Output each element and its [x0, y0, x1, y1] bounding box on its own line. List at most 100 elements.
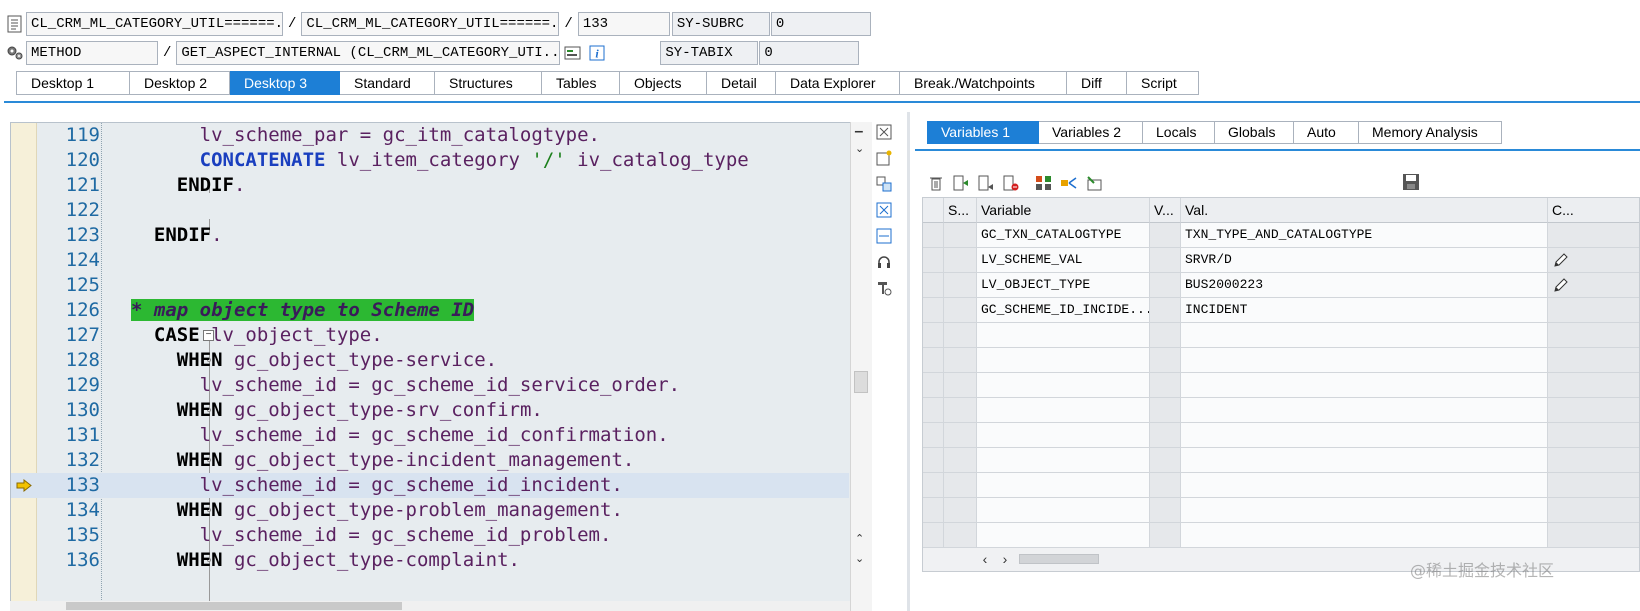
code-editor[interactable]: − 119 lv_scheme_par = gc_itm_catalogtype… — [10, 122, 872, 611]
variable-cell[interactable] — [977, 448, 1150, 473]
variable-cell[interactable]: GC_TXN_CATALOGTYPE — [977, 223, 1150, 248]
grid-layout-icon[interactable] — [1033, 173, 1055, 193]
code-line[interactable]: 121 ENDIF. — [11, 173, 849, 198]
grid-horizontal-scrollbar[interactable]: ‹ › — [975, 548, 1099, 570]
change-cell[interactable] — [1548, 248, 1639, 273]
maximize-icon[interactable] — [874, 200, 894, 220]
value-cell[interactable] — [1181, 323, 1548, 348]
scroll-up-icon[interactable]: ▁ — [855, 122, 863, 133]
code-line[interactable]: 123 ENDIF. — [11, 223, 849, 248]
variable-cell[interactable] — [977, 423, 1150, 448]
scrollbar-thumb[interactable] — [66, 602, 402, 610]
column-header-v[interactable]: V... — [1150, 198, 1181, 223]
empty-table-row[interactable] — [923, 423, 1639, 448]
tab-variables-2[interactable]: Variables 2 — [1039, 121, 1143, 144]
empty-table-row[interactable] — [923, 523, 1639, 548]
value-cell[interactable] — [1181, 448, 1548, 473]
headset-icon[interactable] — [874, 252, 894, 272]
scroll-left-icon[interactable]: ‹ — [975, 551, 995, 567]
variable-cell[interactable]: LV_OBJECT_TYPE — [977, 273, 1150, 298]
column-header-c[interactable]: C... — [1548, 198, 1639, 223]
table-row[interactable]: GC_SCHEME_ID_INCIDE... INCIDENT — [923, 298, 1639, 323]
editor-vertical-scrollbar[interactable]: ▁ ⌄ ⌃ ⌄ — [850, 122, 872, 611]
tab-memory-analysis[interactable]: Memory Analysis — [1359, 121, 1502, 144]
chevron-up-icon[interactable]: ⌃ — [855, 532, 864, 545]
empty-table-row[interactable] — [923, 348, 1639, 373]
tab-locals[interactable]: Locals — [1143, 121, 1215, 144]
tab-structures[interactable]: Structures — [435, 71, 542, 95]
tab-standard[interactable]: Standard — [340, 71, 435, 95]
include-field[interactable]: CL_CRM_ML_CATEGORY_UTIL======... — [301, 12, 560, 36]
event-field[interactable]: GET_ASPECT_INTERNAL (CL_CRM_ML_CATEGORY_… — [176, 41, 561, 65]
column-header-variable[interactable]: Variable — [977, 198, 1150, 223]
value-cell[interactable]: TXN_TYPE_AND_CATALOGTYPE — [1181, 223, 1548, 248]
variable-cell[interactable] — [977, 348, 1150, 373]
variable-cell[interactable] — [977, 498, 1150, 523]
variable-cell[interactable] — [977, 523, 1150, 548]
value-cell[interactable] — [1181, 348, 1548, 373]
tab-auto[interactable]: Auto — [1294, 121, 1359, 144]
value-cell[interactable]: INCIDENT — [1181, 298, 1548, 323]
program-field[interactable]: CL_CRM_ML_CATEGORY_UTIL======... — [26, 12, 283, 36]
variable-cell[interactable]: GC_SCHEME_ID_INCIDE... — [977, 298, 1150, 323]
replace-view-icon[interactable] — [874, 174, 894, 194]
code-line[interactable]: 122 — [11, 198, 849, 223]
tab-script[interactable]: Script — [1127, 71, 1199, 95]
variable-cell[interactable] — [977, 373, 1150, 398]
code-line[interactable]: 132 WHEN gc_object_type-incident_managem… — [11, 448, 849, 473]
empty-table-row[interactable] — [923, 498, 1639, 523]
empty-table-row[interactable] — [923, 448, 1639, 473]
new-view-icon[interactable] — [874, 148, 894, 168]
table-row[interactable]: LV_OBJECT_TYPE BUS2000223 — [923, 273, 1639, 298]
value-cell[interactable]: SRVR/D — [1181, 248, 1548, 273]
append-row-icon[interactable] — [975, 173, 997, 193]
tab-desktop-1[interactable]: Desktop 1 — [16, 71, 130, 95]
empty-table-row[interactable] — [923, 373, 1639, 398]
change-cell[interactable] — [1548, 273, 1639, 298]
code-line[interactable]: 131 lv_scheme_id = gc_scheme_id_confirma… — [11, 423, 849, 448]
close-view-icon[interactable] — [874, 122, 894, 142]
variable-cell[interactable]: LV_SCHEME_VAL — [977, 248, 1150, 273]
delete-row-icon[interactable] — [1000, 173, 1022, 193]
chevron-down-icon[interactable]: ⌄ — [855, 142, 864, 155]
code-line[interactable]: 136 WHEN gc_object_type-complaint. — [11, 548, 849, 573]
code-line[interactable]: 135 lv_scheme_id = gc_scheme_id_problem. — [11, 523, 849, 548]
code-line-current[interactable]: 133 lv_scheme_id = gc_scheme_id_incident… — [11, 473, 849, 498]
empty-table-row[interactable] — [923, 398, 1639, 423]
settings-tool-icon[interactable] — [874, 278, 894, 298]
code-line[interactable]: 128 WHEN gc_object_type-service. — [11, 348, 849, 373]
editor-horizontal-scrollbar[interactable] — [10, 601, 850, 611]
event-type-field[interactable]: METHOD — [26, 41, 158, 65]
column-header-value[interactable]: Val. — [1181, 198, 1548, 223]
value-cell[interactable] — [1181, 523, 1548, 548]
tab-data-explorer[interactable]: Data Explorer — [776, 71, 900, 95]
scrollbar-thumb[interactable] — [1019, 554, 1099, 564]
code-line[interactable]: 130 WHEN gc_object_type-srv_confirm. — [11, 398, 849, 423]
save-icon[interactable] — [1400, 172, 1422, 192]
info-icon[interactable]: i — [586, 42, 608, 64]
variable-cell[interactable] — [977, 398, 1150, 423]
value-cell[interactable] — [1181, 398, 1548, 423]
tab-tables[interactable]: Tables — [542, 71, 620, 95]
import-icon[interactable] — [1083, 173, 1105, 193]
code-line[interactable]: 125 — [11, 273, 849, 298]
new-tool-icon[interactable] — [562, 42, 584, 64]
tab-globals[interactable]: Globals — [1215, 121, 1294, 144]
tab-desktop-2[interactable]: Desktop 2 — [130, 71, 230, 95]
trash-icon[interactable] — [925, 173, 947, 193]
insert-row-icon[interactable] — [950, 173, 972, 193]
tab-diff[interactable]: Diff — [1067, 71, 1127, 95]
empty-table-row[interactable] — [923, 473, 1639, 498]
value-cell[interactable] — [1181, 373, 1548, 398]
code-line[interactable]: 126 * map object type to Scheme ID — [11, 298, 849, 323]
row-selector-header[interactable] — [923, 198, 944, 223]
variable-cell[interactable] — [977, 473, 1150, 498]
code-line[interactable]: 120 CONCATENATE lv_item_category '/' iv_… — [11, 148, 849, 173]
code-line[interactable]: 119 lv_scheme_par = gc_itm_catalogtype. — [11, 123, 849, 148]
value-cell[interactable]: BUS2000223 — [1181, 273, 1548, 298]
code-line[interactable]: 127 CASE lv_object_type. — [11, 323, 849, 348]
variable-cell[interactable] — [977, 323, 1150, 348]
swap-icon[interactable] — [874, 226, 894, 246]
value-cell[interactable] — [1181, 498, 1548, 523]
code-line[interactable]: 134 WHEN gc_object_type-problem_manageme… — [11, 498, 849, 523]
